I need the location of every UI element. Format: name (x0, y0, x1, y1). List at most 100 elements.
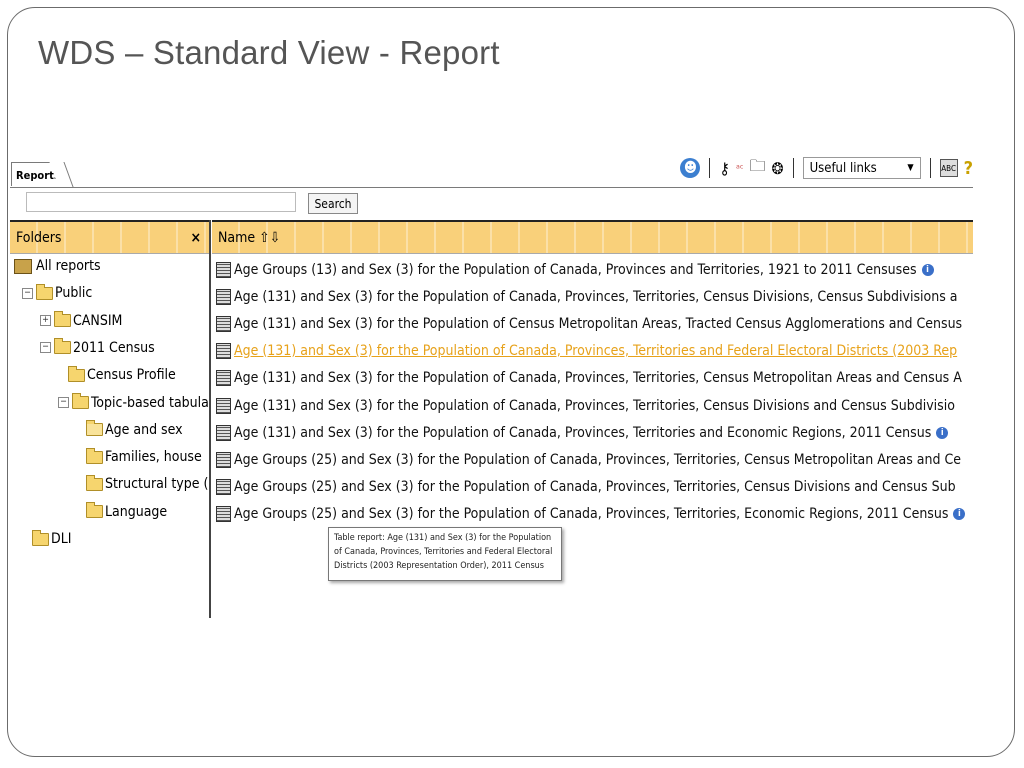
report-row[interactable]: Age Groups (25) and Sex (3) for the Popu… (216, 474, 956, 501)
toolbar-separator (709, 158, 711, 178)
table-report-icon (216, 370, 231, 387)
tree-node-label: Structural type ( (105, 476, 208, 493)
folder-icon (54, 311, 71, 328)
collapse-icon[interactable]: − (40, 342, 51, 354)
tree-node-label: Families, house (105, 449, 202, 466)
slide-title: WDS – Standard View - Report (38, 34, 500, 71)
report-row[interactable]: Age (131) and Sex (3) for the Population… (216, 392, 955, 419)
table-report-icon (216, 451, 231, 468)
toolbar-separator (792, 158, 794, 178)
useful-links-select[interactable]: Useful links ▼ (802, 157, 921, 179)
tree-node[interactable]: Structural type ( (86, 474, 208, 493)
tree-node-label: CANSIM (73, 312, 123, 329)
table-report-icon (216, 315, 231, 332)
tree-node[interactable]: Language (86, 502, 168, 520)
network-icon[interactable]: ❂ (772, 159, 784, 178)
toolbar-separator (929, 158, 931, 178)
all-reports-icon (14, 258, 32, 274)
tree-node[interactable]: Census Profile (68, 365, 176, 384)
folder-open-icon (86, 420, 103, 437)
folder-icon[interactable]: 🗀 (750, 155, 766, 182)
tab-strip: Reports ☻ ⚷ ᵃᶜ 🗀 ❂ Useful links ▼ ABC ? (10, 150, 973, 188)
pane-divider[interactable] (209, 220, 211, 618)
report-row[interactable]: Age (131) and Sex (3) for the Population… (216, 310, 962, 337)
tree-node[interactable]: All reports (14, 258, 101, 274)
expand-icon[interactable]: + (40, 315, 51, 327)
tree-node[interactable]: Age and sex (86, 420, 183, 438)
search-input[interactable] (26, 192, 296, 212)
sort-icon[interactable]: ⇧⇩ (259, 230, 280, 246)
report-row[interactable]: Age (131) and Sex (3) for the Population… (216, 338, 957, 365)
tab-reports[interactable]: Reports (11, 162, 61, 186)
search-button[interactable]: Search (308, 193, 358, 214)
folders-header-label: Folders (16, 229, 62, 246)
tree-node-label: Topic-based tabula (91, 394, 208, 411)
tooltip: Table report: Age (131) and Sex (3) for … (328, 527, 562, 581)
report-link[interactable]: Age (131) and Sex (3) for the Population… (234, 370, 962, 386)
report-row[interactable]: Age Groups (13) and Sex (3) for the Popu… (216, 256, 934, 283)
report-row[interactable]: Age (131) and Sex (3) for the Population… (216, 365, 962, 392)
table-report-icon (216, 397, 231, 414)
tree-node[interactable]: − Public (22, 283, 93, 302)
table-report-icon (216, 261, 231, 278)
info-icon[interactable]: i (953, 508, 966, 521)
report-row[interactable]: Age (131) and Sex (3) for the Population… (216, 283, 957, 310)
report-link[interactable]: Age (131) and Sex (3) for the Population… (234, 343, 957, 359)
tree-node-label: All reports (36, 258, 101, 274)
report-list: Age Groups (13) and Sex (3) for the Popu… (212, 256, 973, 618)
folder-icon (68, 365, 85, 382)
info-icon[interactable]: i (921, 263, 934, 276)
folder-icon (32, 529, 49, 546)
report-link[interactable]: Age (131) and Sex (3) for the Population… (234, 316, 962, 332)
report-link[interactable]: Age Groups (13) and Sex (3) for the Popu… (234, 262, 917, 278)
folder-icon (72, 393, 89, 409)
table-report-icon (216, 288, 231, 305)
report-link[interactable]: Age (131) and Sex (3) for the Population… (234, 425, 931, 441)
tree-node[interactable]: − Topic-based tabula (58, 393, 208, 411)
search-row: Search (10, 188, 973, 219)
folder-icon (54, 338, 71, 355)
folder-tree: All reports − Public + CANSIM − 2011 Census Cen… (10, 256, 208, 618)
report-link[interactable]: Age (131) and Sex (3) for the Population… (234, 398, 955, 414)
tree-node[interactable]: + CANSIM (40, 311, 123, 329)
tree-node-label: Language (105, 503, 168, 520)
table-report-icon (216, 343, 231, 360)
folder-icon (36, 283, 53, 300)
tree-node-label: Census Profile (87, 367, 176, 384)
name-column-header[interactable]: Name ⇧⇩ (212, 220, 973, 254)
folder-icon (86, 474, 103, 491)
tree-node-label: 2011 Census (73, 339, 155, 356)
useful-links-label: Useful links (809, 160, 877, 176)
tree-node[interactable]: Families, house (86, 447, 202, 466)
tree-node-label: Age and sex (105, 421, 183, 438)
abc-dictionary-icon[interactable]: ABC (939, 159, 958, 177)
wds-app: Reports ☻ ⚷ ᵃᶜ 🗀 ❂ Useful links ▼ ABC ? … (10, 150, 973, 618)
report-link[interactable]: Age (131) and Sex (3) for the Population… (234, 289, 957, 305)
tree-node-label: DLI (51, 531, 72, 547)
folders-header: Folders × (10, 220, 209, 254)
info-icon[interactable]: i (936, 426, 949, 439)
collapse-icon[interactable]: − (58, 397, 69, 408)
tree-node-label: Public (55, 285, 93, 302)
key-icon[interactable]: ⚷ (719, 159, 730, 178)
help-icon[interactable]: ? (964, 158, 973, 179)
close-icon[interactable]: × (190, 230, 201, 246)
report-row[interactable]: Age (131) and Sex (3) for the Population… (216, 419, 949, 446)
report-link[interactable]: Age Groups (25) and Sex (3) for the Popu… (234, 479, 956, 495)
table-report-icon (216, 479, 231, 496)
report-link[interactable]: Age Groups (25) and Sex (3) for the Popu… (234, 506, 948, 522)
toolbar: ☻ ⚷ ᵃᶜ 🗀 ❂ Useful links ▼ ABC ? (680, 154, 973, 182)
abc-language-icon[interactable]: ᵃᶜ (736, 162, 744, 175)
chevron-down-icon: ▼ (907, 163, 914, 173)
table-report-icon (216, 506, 231, 523)
tree-node[interactable]: − 2011 Census (40, 338, 155, 356)
accessibility-icon[interactable]: ☻ (680, 158, 701, 178)
table-report-icon (216, 424, 231, 441)
report-link[interactable]: Age Groups (25) and Sex (3) for the Popu… (234, 452, 961, 468)
folder-icon (86, 447, 103, 464)
folder-icon (86, 502, 103, 519)
report-row[interactable]: Age Groups (25) and Sex (3) for the Popu… (216, 446, 961, 473)
report-row[interactable]: Age Groups (25) and Sex (3) for the Popu… (216, 501, 966, 528)
tree-node[interactable]: DLI (32, 529, 72, 547)
collapse-icon[interactable]: − (22, 287, 33, 299)
